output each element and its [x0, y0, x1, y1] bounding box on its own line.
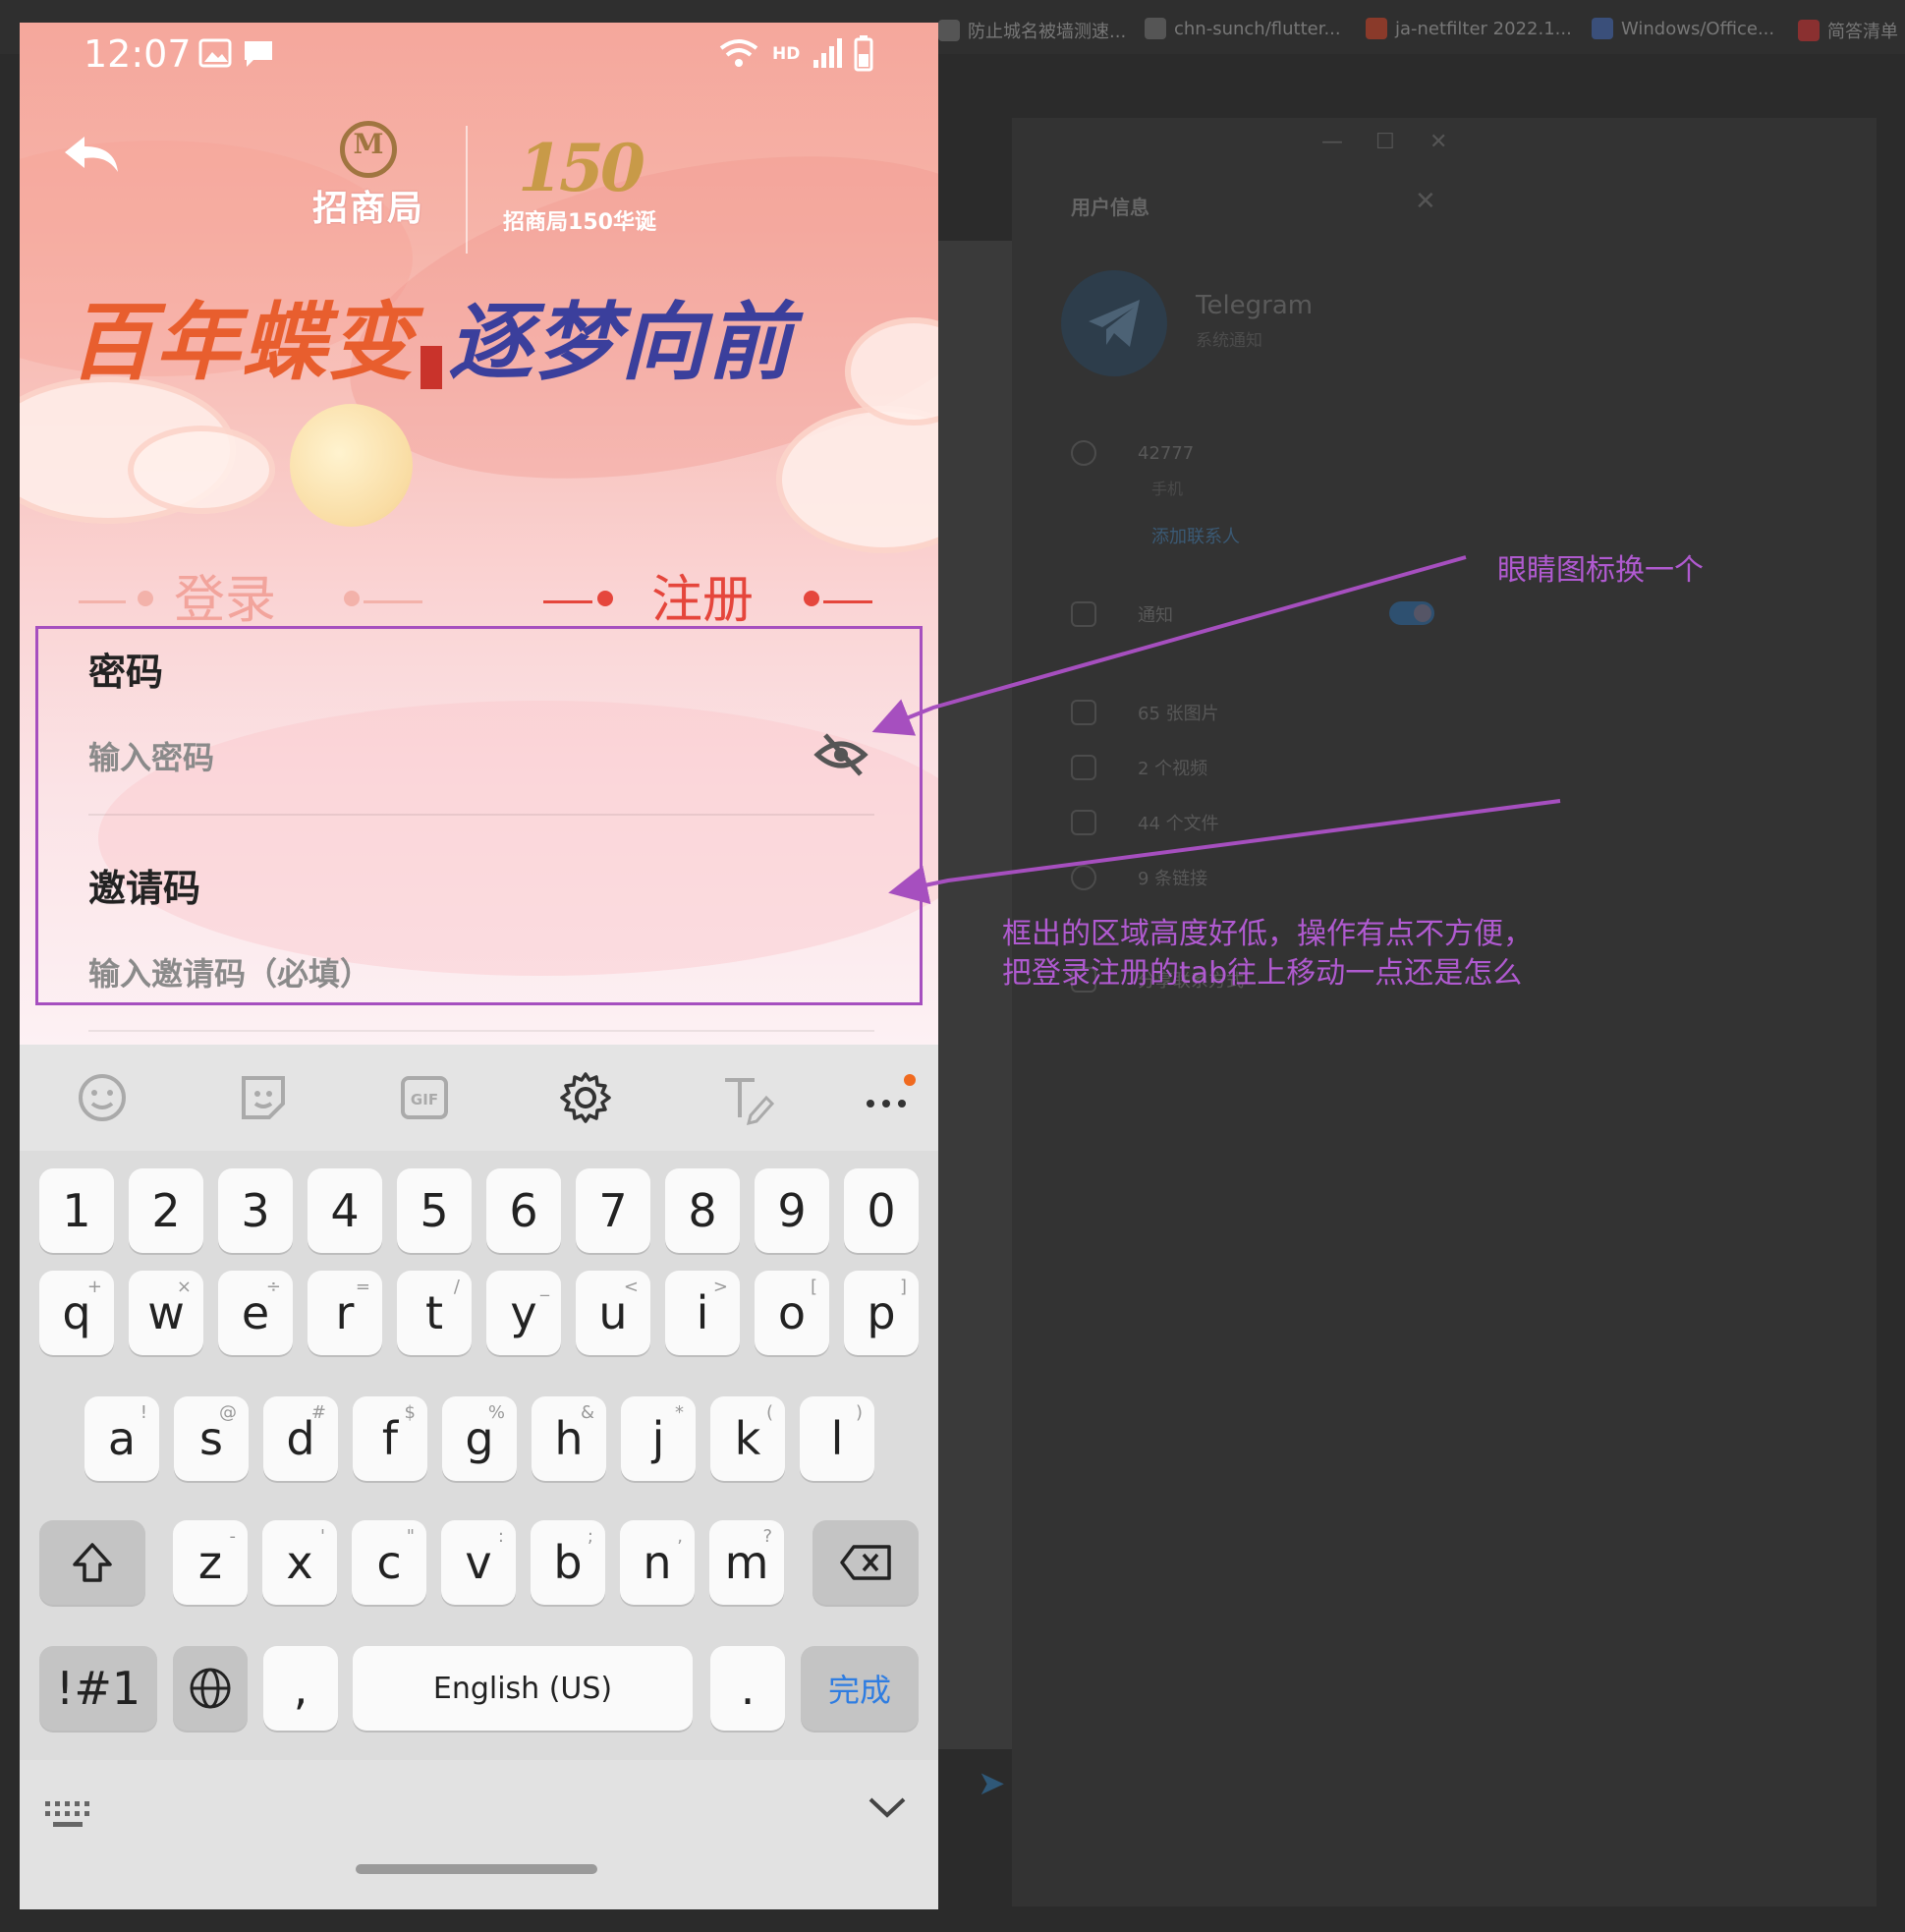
area-height-note-line2: 把登录注册的tab往上移动一点还是怎么 [1002, 956, 1523, 991]
eye-icon-note: 眼睛图标换一个 [1497, 553, 1704, 588]
area-height-note-line1: 框出的区域高度好低，操作有点不方便， [1002, 917, 1533, 951]
annotation-arrows [871, 555, 1561, 905]
area-note-arrow [888, 799, 1561, 905]
eye-note-arrow [871, 555, 1467, 736]
